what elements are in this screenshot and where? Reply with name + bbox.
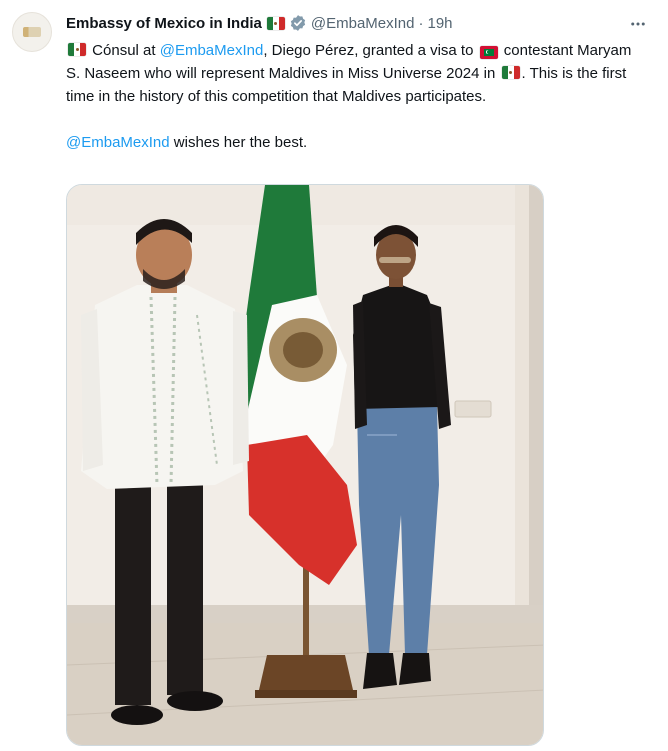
mexico-flag-icon (68, 43, 86, 56)
tweet-header: Embassy of Mexico in India @EmbaMexInd ·… (66, 11, 646, 35)
text-segment: wishes her the best. (169, 134, 308, 151)
text-segment: , Diego Pérez, granted a visa to (263, 42, 478, 59)
verified-badge-icon[interactable] (289, 14, 307, 32)
maldives-flag-icon (479, 46, 498, 59)
text-segment: Cónsul at (92, 42, 160, 59)
mention-link[interactable]: @EmbaMexInd (160, 42, 264, 59)
mention-link[interactable]: @EmbaMexInd (66, 134, 170, 151)
tweet-text: Cónsul at @EmbaMexInd, Diego Pérez, gran… (66, 39, 641, 108)
separator-dot: · (418, 14, 424, 32)
embassy-logo-icon (23, 27, 41, 37)
mexico-flag-icon (501, 66, 520, 79)
user-handle[interactable]: @EmbaMexInd (311, 15, 415, 32)
tweet[interactable]: Embassy of Mexico in India @EmbaMexInd ·… (0, 0, 668, 751)
display-name[interactable]: Embassy of Mexico in India (66, 15, 262, 32)
tweet-content: Embassy of Mexico in India @EmbaMexInd ·… (66, 11, 646, 154)
tweet-text-paragraph-2: @EmbaMexInd wishes her the best. (66, 131, 646, 154)
avatar[interactable] (12, 12, 52, 52)
mexico-flag-icon (266, 16, 285, 30)
tweet-timestamp[interactable]: 19h (428, 15, 453, 32)
tweet-photo[interactable] (66, 184, 544, 746)
